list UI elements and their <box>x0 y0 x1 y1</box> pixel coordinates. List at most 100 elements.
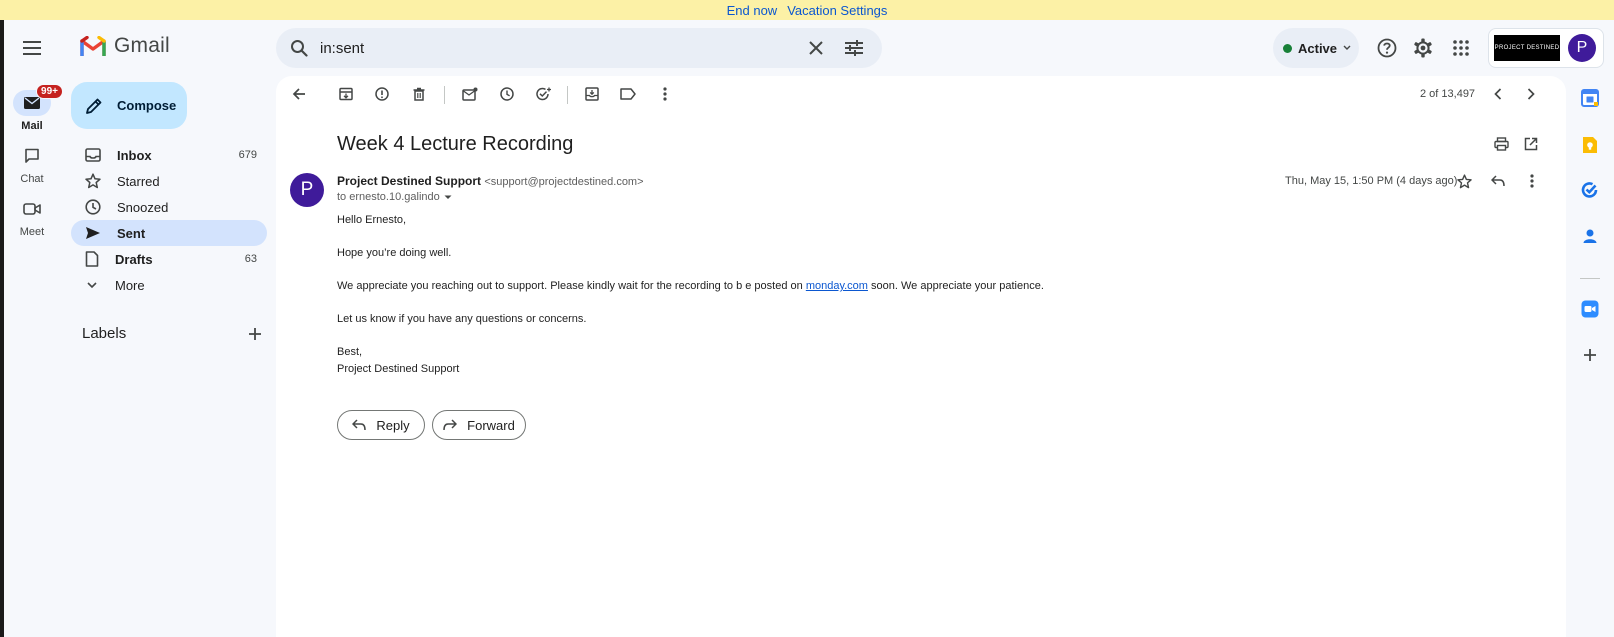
clock-icon <box>500 87 514 101</box>
open-in-new-icon <box>1524 137 1538 151</box>
tasks-app-button[interactable] <box>1578 178 1602 202</box>
end-now-link[interactable]: End now <box>727 3 778 18</box>
settings-button[interactable] <box>1408 33 1438 63</box>
email-line-2-start: We appreciate you reaching out to suppor… <box>337 280 806 292</box>
side-panel-divider <box>1580 278 1600 279</box>
reply-icon <box>352 419 367 431</box>
reply-icon-button[interactable] <box>1483 166 1513 196</box>
sender-avatar[interactable]: P <box>290 173 324 207</box>
forward-label: Forward <box>467 417 515 433</box>
account-button[interactable]: PROJECT DESTINED P <box>1488 28 1604 68</box>
caret-down-icon[interactable] <box>444 195 452 200</box>
gmail-logo[interactable]: Gmail <box>80 34 170 58</box>
label-icon <box>620 88 636 100</box>
snooze-button[interactable] <box>493 80 521 108</box>
tasks-icon <box>1581 182 1598 198</box>
labels-heading: Labels <box>82 325 127 342</box>
sender-name[interactable]: Project Destined Support <box>337 174 481 188</box>
recipient-line: to ernesto.10.galindo <box>337 191 452 203</box>
gmail-m-icon <box>80 36 106 56</box>
video-camera-icon <box>23 203 41 215</box>
rail-mail[interactable]: 99+ Mail <box>6 84 63 132</box>
toolbar-divider <box>444 86 445 104</box>
back-button[interactable] <box>285 80 313 108</box>
calendar-icon <box>1581 89 1599 107</box>
email-date: Thu, May 15, 1:50 PM (4 days ago) <box>1285 175 1458 187</box>
keep-app-button[interactable] <box>1578 133 1602 157</box>
status-dropdown[interactable]: Active <box>1273 28 1359 68</box>
inbox-icon <box>85 148 101 162</box>
search-bar[interactable] <box>276 28 882 68</box>
compose-button[interactable]: Compose <box>71 82 187 129</box>
vacation-settings-link[interactable]: Vacation Settings <box>787 3 887 18</box>
nav-snoozed[interactable]: Snoozed <box>71 194 267 220</box>
clock-icon <box>85 199 101 215</box>
clear-search-button[interactable] <box>802 34 830 62</box>
rail-chat-label: Chat <box>20 173 44 185</box>
gmail-wordmark: Gmail <box>114 34 170 57</box>
nav-sent[interactable]: Sent <box>71 220 267 246</box>
plus-icon <box>1584 349 1596 361</box>
move-to-button[interactable] <box>578 80 606 108</box>
main-menu-button[interactable] <box>18 34 46 62</box>
rail-meet-label: Meet <box>19 226 45 238</box>
forward-icon <box>443 419 458 431</box>
mail-unread-icon <box>462 87 478 101</box>
newer-button[interactable] <box>1484 80 1512 108</box>
message-more-button[interactable] <box>1517 166 1547 196</box>
chevron-left-icon <box>1494 88 1502 100</box>
mark-unread-button[interactable] <box>456 80 484 108</box>
open-new-window-button[interactable] <box>1516 129 1546 159</box>
zoom-app-button[interactable] <box>1578 297 1602 321</box>
older-button[interactable] <box>1517 80 1545 108</box>
rail-mail-label: Mail <box>21 120 43 132</box>
help-button[interactable] <box>1372 33 1402 63</box>
sender-line: Project Destined Support <support@projec… <box>337 174 644 188</box>
rail-chat[interactable]: Chat <box>6 143 58 185</box>
org-logo: PROJECT DESTINED <box>1494 35 1560 61</box>
star-button[interactable] <box>1449 166 1479 196</box>
print-button[interactable] <box>1486 129 1516 159</box>
search-options-button[interactable] <box>840 34 868 62</box>
more-actions-button[interactable] <box>651 80 679 108</box>
add-addon-button[interactable] <box>1578 343 1602 367</box>
add-to-tasks-button[interactable] <box>530 80 558 108</box>
nav-starred[interactable]: Starred <box>71 168 267 194</box>
archive-button[interactable] <box>332 80 360 108</box>
move-to-inbox-icon <box>585 87 599 101</box>
search-input[interactable] <box>320 39 792 57</box>
calendar-app-button[interactable] <box>1578 86 1602 110</box>
nav-inbox[interactable]: Inbox 679 <box>71 142 267 168</box>
labels-button[interactable] <box>614 80 642 108</box>
monday-link[interactable]: monday.com <box>806 280 868 292</box>
report-spam-button[interactable] <box>368 80 396 108</box>
email-signature: Project Destined Support <box>337 363 460 375</box>
rail-meet[interactable]: Meet <box>6 196 58 238</box>
zoom-icon <box>1581 300 1599 318</box>
pagination-count: 2 of 13,497 <box>1420 88 1476 100</box>
help-icon <box>1377 38 1397 58</box>
google-apps-button[interactable] <box>1446 33 1476 63</box>
nav-drafts[interactable]: Drafts 63 <box>71 246 267 272</box>
nav-drafts-label: Drafts <box>115 251 153 267</box>
sender-email: <support@projectdestined.com> <box>484 176 644 188</box>
nav-more[interactable]: More <box>71 272 267 298</box>
hamburger-icon <box>23 41 41 55</box>
delete-button[interactable] <box>405 80 433 108</box>
star-icon <box>85 173 101 189</box>
forward-button[interactable]: Forward <box>432 410 526 440</box>
tune-icon <box>845 40 863 56</box>
reply-button[interactable]: Reply <box>337 410 425 440</box>
compose-label: Compose <box>117 98 177 113</box>
keep-icon <box>1583 137 1597 153</box>
avatar: P <box>1568 34 1596 62</box>
alert-icon <box>375 87 389 101</box>
plus-icon[interactable] <box>248 327 262 341</box>
nav-starred-label: Starred <box>117 173 160 189</box>
email-line-1: Hope you’re doing well. <box>337 247 452 259</box>
chevron-right-icon <box>1527 88 1535 100</box>
contacts-app-button[interactable] <box>1578 224 1602 248</box>
chat-icon <box>25 148 39 163</box>
search-icon[interactable] <box>290 39 308 57</box>
window-edge <box>0 20 4 637</box>
